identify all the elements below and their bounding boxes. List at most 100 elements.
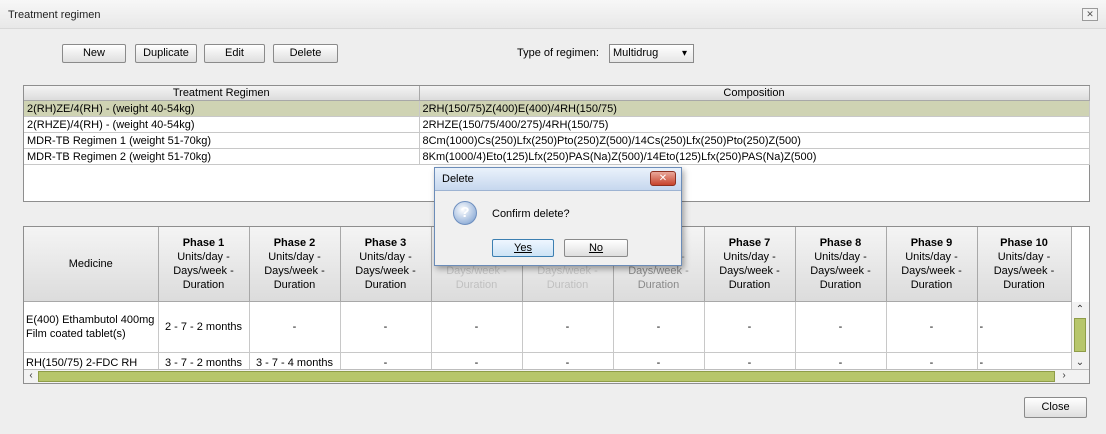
window-title: Treatment regimen — [8, 9, 101, 21]
phase-header-text: Phase 8 Units/day - Days/week - Duration — [796, 236, 886, 292]
yes-label: Yes — [514, 242, 532, 254]
chevron-right-icon[interactable]: › — [1057, 369, 1071, 383]
question-icon: ? — [453, 201, 477, 225]
phase-subtitle: Units/day - — [359, 251, 412, 263]
phase-header-text: Phase 1 Units/day - Days/week - Duration — [159, 236, 249, 292]
phase-subtitle: Days/week - — [810, 265, 871, 277]
phase-subtitle: Units/day - — [268, 251, 321, 263]
empty-cell — [24, 180, 419, 195]
phase-title: Phase 7 — [728, 237, 771, 249]
phase-column-header[interactable]: Phase 9 Units/day - Days/week - Duration — [886, 227, 978, 302]
edit-button[interactable]: Edit — [204, 44, 265, 63]
phase-column-header[interactable]: Phase 3 Units/day - Days/week - Duration — [340, 227, 432, 302]
vertical-scrollbar[interactable]: ⌃ ⌄ — [1071, 302, 1089, 371]
phase-header-text: Phase 9 Units/day - Days/week - Duration — [887, 236, 977, 292]
phase-subtitle: Days/week - — [537, 265, 598, 277]
phase-subtitle: Days/week - — [264, 265, 325, 277]
close-button[interactable]: Close — [1024, 397, 1087, 418]
regimen-type-select[interactable]: Multidrug ▾ — [609, 44, 694, 63]
dialog-message: Confirm delete? — [492, 208, 570, 220]
phase-subtitle: Days/week - — [446, 265, 507, 277]
phase-subtitle: Units/day - — [997, 251, 1051, 263]
chevron-down-icon[interactable]: ⌄ — [1073, 356, 1087, 370]
regimen-composition-cell[interactable]: 2RH(150/75)Z(400)E(400)/4RH(150/75) — [419, 100, 1090, 117]
dialog-titlebar: Delete ✕ — [435, 168, 681, 191]
no-label: No — [588, 242, 604, 254]
phase-column-header[interactable]: Phase 10 Units/day - Days/week - Duration — [977, 227, 1072, 302]
regimen-composition-cell[interactable]: 2RHZE(150/75/400/275)/4RH(150/75) — [419, 116, 1090, 133]
window-titlebar: Treatment regimen ✕ — [0, 0, 1106, 29]
phase-title: Phase 8 — [819, 237, 862, 249]
regimen-composition-cell[interactable]: 8Cm(1000)Cs(250)Lfx(250)Pto(250)Z(500)/1… — [419, 132, 1090, 149]
yes-button[interactable]: Yes — [492, 239, 554, 257]
phase-title: Phase 9 — [910, 237, 953, 249]
phase-cell[interactable]: - — [249, 301, 341, 353]
delete-button[interactable]: Delete — [273, 44, 338, 63]
regimen-type-value: Multidrug — [613, 47, 659, 59]
phase-subtitle: Duration — [182, 279, 225, 291]
regimen-column-header[interactable]: Composition — [419, 86, 1090, 101]
chevron-left-icon[interactable]: ‹ — [24, 369, 38, 383]
close-icon[interactable]: ✕ — [650, 171, 676, 186]
phase-header-text: Phase 7 Units/day - Days/week - Duration — [705, 236, 795, 292]
phase-title: Phase 2 — [273, 237, 316, 249]
phase-cell[interactable]: - — [704, 301, 796, 353]
regimen-column-header[interactable]: Treatment Regimen — [24, 86, 420, 101]
phase-column-header[interactable]: Phase 1 Units/day - Days/week - Duration — [158, 227, 250, 302]
phase-cell[interactable]: - — [340, 301, 432, 353]
no-button[interactable]: No — [564, 239, 628, 257]
regimen-row[interactable]: MDR-TB Regimen 1 (weight 51-70kg) 8Cm(100… — [24, 132, 1090, 149]
phase-subtitle: Duration — [273, 279, 316, 291]
phase-subtitle: Days/week - — [901, 265, 962, 277]
phase-title: Phase 1 — [182, 237, 225, 249]
chevron-up-icon[interactable]: ⌃ — [1073, 303, 1087, 317]
phase-cell[interactable]: 2 - 7 - 2 months — [158, 301, 250, 353]
phase-title: Phase 3 — [364, 237, 407, 249]
regimen-name-cell[interactable]: MDR-TB Regimen 1 (weight 51-70kg) — [24, 132, 420, 149]
phase-subtitle: Duration — [364, 279, 407, 291]
phase-cell[interactable]: - — [613, 301, 705, 353]
phase-subtitle: Units/day - — [177, 251, 230, 263]
phase-header-text: Phase 10 Units/day - Days/week - Duration — [978, 236, 1071, 292]
vertical-scroll-thumb[interactable] — [1074, 318, 1086, 352]
regimen-row[interactable]: MDR-TB Regimen 2 (weight 51-70kg) 8Km(100… — [24, 148, 1090, 165]
phase-subtitle: Units/day - — [905, 251, 958, 263]
phase-cell[interactable]: - — [431, 301, 523, 353]
phase-column-header[interactable]: Phase 8 Units/day - Days/week - Duration — [795, 227, 887, 302]
phase-subtitle: Duration — [1003, 279, 1045, 291]
empty-cell — [24, 165, 419, 181]
regimen-row[interactable]: 2(RH)ZE/4(RH) - (weight 40-54kg) 2RH(150/… — [24, 100, 1090, 117]
chevron-down-icon: ▾ — [681, 48, 687, 59]
duplicate-button[interactable]: Duplicate — [135, 44, 197, 63]
regimen-name-cell[interactable]: MDR-TB Regimen 2 (weight 51-70kg) — [24, 148, 420, 165]
phase-column-header[interactable]: Phase 7 Units/day - Days/week - Duration — [704, 227, 796, 302]
regimen-name-cell[interactable]: 2(RH)ZE/4(RH) - (weight 40-54kg) — [24, 100, 420, 117]
regimen-composition-cell[interactable]: 8Km(1000/4)Eto(125)Lfx(250)PAS(Na)Z(500)… — [419, 148, 1090, 165]
phase-cell[interactable]: - — [977, 301, 1072, 353]
phase-subtitle: Duration — [728, 279, 771, 291]
dialog-title: Delete — [442, 173, 474, 185]
phase-subtitle: Duration — [637, 279, 680, 291]
medicine-column-header[interactable]: Medicine — [24, 227, 159, 302]
phase-subtitle: Duration — [455, 279, 498, 291]
new-button[interactable]: New — [62, 44, 126, 63]
phase-cell[interactable]: - — [886, 301, 978, 353]
horizontal-scroll-thumb[interactable] — [38, 371, 1055, 382]
phase-header-text: Phase 3 Units/day - Days/week - Duration — [341, 236, 431, 292]
phase-subtitle: Days/week - — [355, 265, 416, 277]
phase-column-header[interactable]: Phase 2 Units/day - Days/week - Duration — [249, 227, 341, 302]
phase-cell[interactable]: - — [522, 301, 614, 353]
regimen-type-label: Type of regimen: — [517, 47, 599, 59]
phase-subtitle: Days/week - — [173, 265, 234, 277]
phase-subtitle: Duration — [910, 279, 953, 291]
regimen-row[interactable]: 2(RHZE)/4(RH) - (weight 40-54kg) 2RHZE(15… — [24, 116, 1090, 133]
medicine-name-cell[interactable]: E(400) Ethambutol 400mg Film coated tabl… — [24, 301, 159, 353]
phase-cell[interactable]: - — [795, 301, 887, 353]
regimen-name-cell[interactable]: 2(RHZE)/4(RH) - (weight 40-54kg) — [24, 116, 420, 133]
horizontal-scrollbar[interactable]: ‹ › — [24, 369, 1089, 383]
close-icon[interactable]: ✕ — [1082, 8, 1098, 21]
phase-subtitle: Duration — [546, 279, 589, 291]
phase-subtitle: Days/week - — [628, 265, 689, 277]
phase-subtitle: Days/week - — [719, 265, 780, 277]
medicine-row[interactable]: E(400) Ethambutol 400mg Film coated tabl… — [24, 301, 1072, 353]
